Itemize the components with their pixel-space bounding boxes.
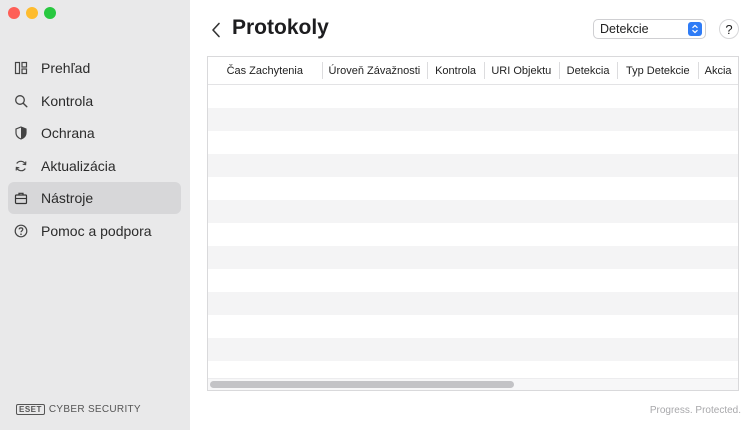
- help-circle-icon: [14, 224, 28, 238]
- table-body: [208, 85, 738, 384]
- table-row: [208, 85, 738, 108]
- sidebar-item-label: Prehľad: [41, 60, 91, 76]
- column-header-action[interactable]: Akcia: [698, 57, 738, 84]
- back-button[interactable]: [208, 20, 224, 40]
- product-name: CYBER SECURITY: [48, 404, 141, 415]
- sidebar-item-protection[interactable]: Ochrana: [8, 117, 181, 149]
- sidebar-item-update[interactable]: Aktualizácia: [8, 150, 181, 182]
- brand: ESET CYBER SECURITY: [16, 404, 141, 415]
- sidebar-item-tools[interactable]: Nástroje: [8, 182, 181, 214]
- sidebar-item-scan[interactable]: Kontrola: [8, 85, 181, 117]
- table-header: Čas Zachytenia Úroveň Závažnosti Kontrol…: [208, 57, 738, 85]
- sidebar-item-overview[interactable]: Prehľad: [8, 52, 181, 84]
- column-header-object-uri[interactable]: URI Objektu: [483, 57, 559, 84]
- log-table: Čas Zachytenia Úroveň Závažnosti Kontrol…: [207, 56, 739, 391]
- table-row: [208, 292, 738, 315]
- column-header-scan[interactable]: Kontrola: [427, 57, 484, 84]
- sidebar-item-label: Pomoc a podpora: [41, 222, 152, 239]
- horizontal-scrollbar[interactable]: [210, 381, 514, 388]
- sidebar-nav: Prehľad Kontrola Ochrana Aktualizácia Ná…: [8, 52, 181, 247]
- table-row: [208, 108, 738, 131]
- sidebar-item-label: Aktualizácia: [41, 157, 116, 174]
- shield-icon: [14, 126, 28, 140]
- horizontal-scroll-track[interactable]: [208, 378, 738, 390]
- sidebar-item-label: Nástroje: [41, 190, 94, 206]
- table-row: [208, 200, 738, 223]
- table-row: [208, 269, 738, 292]
- tagline: Progress. Protected.: [649, 405, 741, 416]
- minimize-window-button[interactable]: [26, 7, 38, 19]
- search-icon: [14, 94, 28, 108]
- zoom-window-button[interactable]: [44, 7, 56, 19]
- table-row: [208, 177, 738, 200]
- column-header-severity[interactable]: Úroveň Závažnosti: [321, 57, 428, 84]
- chevron-left-icon: [212, 22, 220, 38]
- close-window-button[interactable]: [8, 7, 20, 19]
- select-arrows-icon: [688, 22, 702, 36]
- refresh-icon: [14, 159, 28, 173]
- sidebar-item-label: Ochrana: [41, 125, 95, 141]
- page-title: Protokoly: [232, 16, 329, 39]
- main-content: Protokoly Detekcie ? Čas Zachytenia Úrov…: [190, 0, 756, 430]
- briefcase-icon: [14, 191, 28, 205]
- table-row: [208, 246, 738, 269]
- table-row: [208, 131, 738, 154]
- column-header-detection[interactable]: Detekcia: [558, 57, 618, 84]
- column-header-time[interactable]: Čas Zachytenia: [208, 57, 322, 84]
- select-value: Detekcie: [600, 22, 649, 36]
- overview-icon: [14, 61, 28, 75]
- help-button[interactable]: ?: [719, 19, 739, 39]
- eset-logo: ESET: [16, 404, 45, 415]
- table-row: [208, 223, 738, 246]
- table-row: [208, 154, 738, 177]
- app-window: Prehľad Kontrola Ochrana Aktualizácia Ná…: [0, 0, 756, 430]
- column-header-detection-type[interactable]: Typ Detekcie: [617, 57, 698, 84]
- table-row: [208, 315, 738, 338]
- table-row: [208, 338, 738, 361]
- log-type-select[interactable]: Detekcie: [593, 19, 706, 39]
- window-controls: [8, 7, 56, 19]
- sidebar-item-label: Kontrola: [41, 92, 94, 109]
- sidebar: Prehľad Kontrola Ochrana Aktualizácia Ná…: [0, 0, 190, 430]
- sidebar-item-help[interactable]: Pomoc a podpora: [8, 215, 181, 247]
